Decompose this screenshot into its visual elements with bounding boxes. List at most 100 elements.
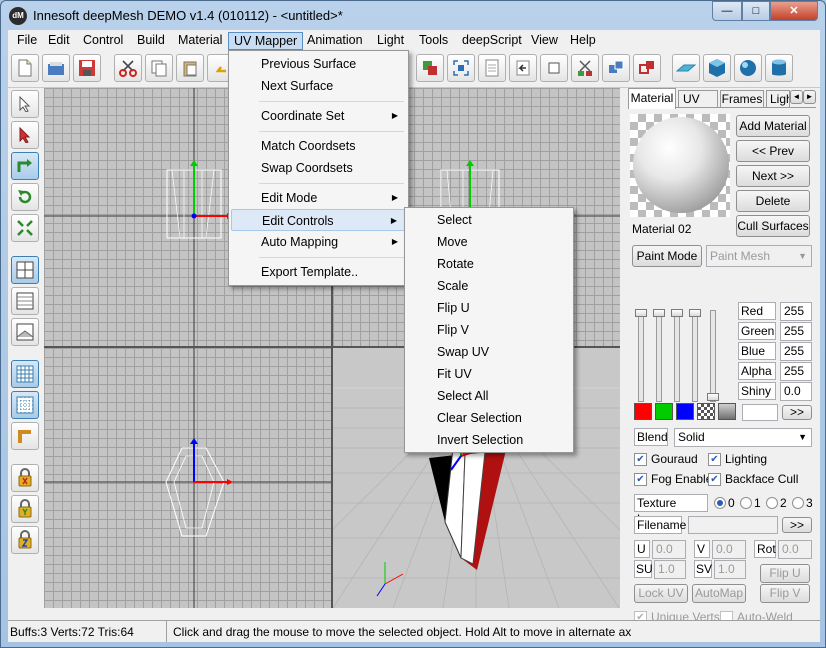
green-slider[interactable] [653, 309, 665, 402]
menu-item-coordinate-set[interactable]: Coordinate Set ▶ [231, 105, 406, 127]
new-file-icon[interactable] [11, 54, 39, 82]
save-icon[interactable] [73, 54, 101, 82]
lock-uv-button[interactable]: Lock UV [634, 584, 688, 603]
cut-mesh-icon[interactable] [571, 54, 599, 82]
cut-icon[interactable] [114, 54, 142, 82]
alpha-swatch[interactable] [697, 403, 715, 420]
rotation-field[interactable]: 0.0 [778, 540, 812, 559]
menu-item-edit-mode[interactable]: Edit Mode ▶ [231, 187, 406, 209]
green-swatch[interactable] [655, 403, 673, 420]
menu-view[interactable]: View [526, 32, 563, 50]
menu-help[interactable]: Help [565, 32, 601, 50]
menu-item-export-template[interactable]: Export Template.. [231, 261, 406, 283]
menu-item-swap-uv[interactable]: Swap UV [407, 341, 571, 363]
paint-mode-button[interactable]: Paint Mode [632, 245, 702, 267]
menu-item-previous-surface[interactable]: Previous Surface [231, 53, 406, 75]
quad-view-icon[interactable] [11, 256, 39, 284]
prev-material-button[interactable]: << Prev [736, 140, 810, 162]
layers-icon[interactable] [416, 54, 444, 82]
scale-u-field[interactable]: 1.0 [654, 560, 686, 579]
filename-field[interactable] [688, 516, 778, 534]
blue-value[interactable]: 255 [780, 342, 812, 361]
alpha-value[interactable]: 255 [780, 362, 812, 381]
lock-x-icon[interactable] [11, 464, 39, 492]
lighting-checkbox[interactable]: ✔ [708, 453, 721, 466]
flip-u-button[interactable]: Flip U [760, 564, 810, 583]
menu-item-move[interactable]: Move [407, 231, 571, 253]
menu-item-clear-selection[interactable]: Clear Selection [407, 407, 571, 429]
slider-thumb[interactable] [635, 309, 647, 317]
tab-light[interactable]: Ligh [766, 90, 790, 108]
blend-select[interactable]: Solid ▼ [674, 428, 812, 447]
menu-edit[interactable]: Edit [43, 32, 75, 50]
maximize-button[interactable]: □ [742, 1, 770, 21]
menu-uv-mapper[interactable]: UV Mapper [228, 32, 304, 50]
color-more-button[interactable]: >> [782, 405, 812, 420]
blue-swatch[interactable] [676, 403, 694, 420]
layer-0-radio[interactable] [714, 497, 726, 509]
menu-item-edit-controls[interactable]: Edit Controls ▶ [231, 209, 406, 231]
slider-thumb[interactable] [653, 309, 665, 317]
menu-animation[interactable]: Animation [302, 32, 368, 50]
slider-thumb[interactable] [689, 309, 701, 317]
select-arrow-icon[interactable] [11, 121, 39, 149]
green-value[interactable]: 255 [780, 322, 812, 341]
square-icon[interactable] [540, 54, 568, 82]
menu-light[interactable]: Light [372, 32, 409, 50]
close-button[interactable]: ✕ [770, 1, 818, 21]
fit-view-icon[interactable] [447, 54, 475, 82]
minimize-button[interactable]: — [712, 1, 742, 21]
grid-icon[interactable] [11, 360, 39, 388]
viewport-side[interactable] [44, 348, 331, 608]
menu-item-rotate[interactable]: Rotate [407, 253, 571, 275]
red-swatch[interactable] [634, 403, 652, 420]
paint-mesh-select[interactable]: Paint Mesh ▼ [706, 245, 812, 267]
menu-item-auto-mapping[interactable]: Auto Mapping ▶ [231, 231, 406, 253]
v-offset-field[interactable]: 0.0 [712, 540, 746, 559]
backface-cull-checkbox[interactable]: ✔ [708, 473, 721, 486]
paste-icon[interactable] [176, 54, 204, 82]
tab-material[interactable]: Material [628, 88, 676, 109]
delete-material-button[interactable]: Delete [736, 190, 810, 212]
menu-control[interactable]: Control [78, 32, 128, 50]
u-offset-field[interactable]: 0.0 [652, 540, 686, 559]
menu-tools[interactable]: Tools [414, 32, 453, 50]
dot-grid-icon[interactable] [11, 391, 39, 419]
blue-slider[interactable] [671, 309, 683, 402]
side-view-icon[interactable] [11, 318, 39, 346]
tab-frames[interactable]: Frames [720, 90, 764, 108]
shiny-slider[interactable] [707, 310, 719, 402]
copy-mesh-icon[interactable] [633, 54, 661, 82]
layer-3-radio[interactable] [792, 497, 804, 509]
move-tool-icon[interactable] [11, 152, 39, 180]
menu-item-select-all[interactable]: Select All [407, 385, 571, 407]
edge-icon[interactable] [11, 422, 39, 450]
scale-v-field[interactable]: 1.0 [714, 560, 746, 579]
filename-browse-button[interactable]: >> [782, 517, 812, 533]
menu-deepscript[interactable]: deepScript [457, 32, 527, 50]
pointer-icon[interactable] [11, 90, 39, 118]
gouraud-checkbox[interactable]: ✔ [634, 453, 647, 466]
menu-item-invert-selection[interactable]: Invert Selection [407, 429, 571, 451]
sphere-icon[interactable] [734, 54, 762, 82]
lock-z-icon[interactable] [11, 526, 39, 554]
layer-1-radio[interactable] [740, 497, 752, 509]
slider-thumb[interactable] [707, 393, 719, 401]
plane-icon[interactable] [672, 54, 700, 82]
menu-item-flip-v[interactable]: Flip V [407, 319, 571, 341]
menu-item-select[interactable]: Select [407, 209, 571, 231]
import-icon[interactable] [509, 54, 537, 82]
next-material-button[interactable]: Next >> [736, 165, 810, 187]
automap-button[interactable]: AutoMap [692, 584, 746, 603]
alpha-slider[interactable] [689, 309, 701, 402]
menu-build[interactable]: Build [132, 32, 170, 50]
open-icon[interactable] [42, 54, 70, 82]
rotate-tool-icon[interactable] [11, 183, 39, 211]
add-material-button[interactable]: Add Material [736, 115, 810, 137]
front-view-icon[interactable] [11, 287, 39, 315]
menu-item-next-surface[interactable]: Next Surface [231, 75, 406, 97]
scale-tool-icon[interactable] [11, 214, 39, 242]
title-bar[interactable]: dM Innesoft deepMesh DEMO v1.4 (010112) … [1, 1, 825, 29]
menu-file[interactable]: File [12, 32, 42, 50]
cull-surfaces-button[interactable]: Cull Surfaces [736, 215, 810, 237]
